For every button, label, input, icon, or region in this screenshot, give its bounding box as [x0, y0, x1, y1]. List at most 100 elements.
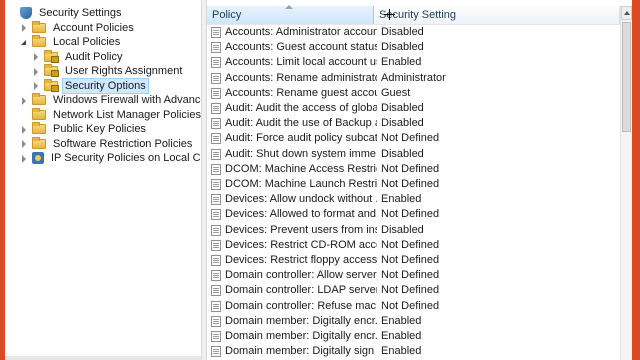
tree-item-label: Security Options	[62, 77, 149, 94]
table-row[interactable]: Audit: Force audit policy subcate... Not …	[207, 131, 531, 146]
folder-lock-icon	[44, 78, 59, 92]
policy-name: Accounts: Limit local account us...	[225, 56, 377, 69]
table-row[interactable]: Accounts: Guest account status Disabled	[207, 40, 531, 55]
folder-icon	[32, 93, 46, 105]
security-setting-value: Not Defined	[381, 299, 440, 312]
list-header: Policy Security Setting	[207, 5, 620, 25]
policy-name: Accounts: Guest account status	[225, 41, 377, 54]
tree-item[interactable]: Account Policies	[21, 20, 137, 35]
scroll-thumb[interactable]	[622, 22, 631, 132]
folder-icon	[32, 136, 46, 149]
list-vertical-scrollbar[interactable]	[620, 6, 632, 360]
collapsed-arrow-icon[interactable]	[33, 53, 40, 61]
table-row[interactable]: Domain controller: Allow server ... Not D…	[207, 268, 531, 283]
table-row[interactable]: Domain member: Digitally encr... Enabled	[207, 314, 531, 329]
tree-item[interactable]: IP Security Policies on Local Compute	[21, 151, 201, 165]
security-setting-value: Disabled	[381, 41, 424, 54]
folder-icon	[32, 122, 46, 134]
security-setting-value: Enabled	[381, 330, 422, 342]
policy-item-icon	[211, 270, 221, 282]
scroll-up-button[interactable]	[621, 6, 632, 20]
table-row[interactable]: DCOM: Machine Access Restrict... Not Defi…	[207, 162, 531, 177]
tree-horizontal-scrollbar[interactable]	[5, 356, 201, 360]
expanded-arrow-icon[interactable]	[21, 39, 28, 46]
security-setting-value: Guest	[381, 86, 411, 99]
table-row[interactable]: Domain member: Digitally sign ... Enabled	[207, 344, 531, 359]
tree-item[interactable]: User Rights Assignment	[33, 64, 185, 78]
collapsed-arrow-icon[interactable]	[21, 125, 28, 134]
desktop-edge-right	[632, 0, 640, 360]
policy-name: Audit: Force audit policy subcate...	[225, 132, 377, 145]
tree-item[interactable]: Security Options	[33, 77, 149, 94]
policy-item-icon	[211, 239, 221, 251]
security-setting-value: Disabled	[381, 147, 424, 160]
table-row[interactable]: Audit: Audit the access of global ... Dis…	[207, 101, 531, 116]
tree-item[interactable]: Windows Firewall with Advanced Secu	[21, 93, 201, 107]
security-setting-value: Not Defined	[381, 208, 440, 221]
column-header-security-setting[interactable]: Security Setting	[374, 6, 620, 24]
policy-name: Audit: Audit the access of global ...	[225, 102, 377, 114]
security-setting-value: Enabled	[381, 193, 422, 206]
security-setting-value: Not Defined	[381, 269, 440, 282]
tree-item[interactable]: Local Policies	[21, 35, 123, 49]
console-tree[interactable]: Security Settings Account Policies Local P…	[5, 0, 201, 360]
tree-item[interactable]: Public Key Policies	[21, 122, 149, 136]
column-header-policy-label: Policy	[212, 9, 242, 21]
policy-name: Devices: Restrict CD-ROM acces...	[225, 238, 377, 251]
resize-cursor-icon	[384, 9, 395, 20]
tree-item[interactable]: Software Restriction Policies	[21, 136, 195, 151]
collapsed-arrow-icon[interactable]	[21, 96, 28, 105]
collapsed-arrow-icon[interactable]	[21, 140, 28, 148]
table-row[interactable]: Devices: Allowed to format and ... Not De…	[207, 207, 531, 222]
policy-item-icon	[211, 72, 221, 84]
policy-item-icon	[211, 300, 221, 312]
shield-icon	[20, 7, 32, 19]
policy-name: DCOM: Machine Access Restrict...	[225, 162, 377, 175]
table-row[interactable]: Devices: Prevent users from inst... Disab…	[207, 223, 531, 238]
table-row[interactable]: Audit: Shut down system imme... Disabled	[207, 147, 531, 162]
policy-name: Domain member: Digitally sign ...	[225, 345, 377, 358]
tree-item-label: Software Restriction Policies	[53, 137, 193, 150]
policy-name: Domain controller: Allow server ...	[225, 269, 377, 282]
security-setting-value: Not Defined	[381, 238, 440, 251]
table-row[interactable]: Domain member: Digitally encr... Enabled	[207, 329, 531, 344]
collapsed-arrow-icon[interactable]	[33, 82, 40, 90]
policy-item-icon	[211, 209, 221, 221]
policy-item-icon	[211, 133, 221, 145]
tree-item-label: Windows Firewall with Advanced Secu	[53, 94, 201, 106]
table-row[interactable]: DCOM: Machine Launch Restric... Not Defin…	[207, 177, 531, 192]
tree-item[interactable]: Audit Policy	[33, 49, 125, 64]
table-row[interactable]: Domain controller: Refuse mac... Not Defi…	[207, 299, 531, 314]
tree-item[interactable]: Network List Manager Policies	[21, 107, 201, 122]
policy-item-icon	[211, 148, 221, 160]
policy-name: Audit: Audit the use of Backup a...	[225, 117, 377, 130]
policy-name: Accounts: Rename guest account	[225, 86, 377, 99]
policy-name: Devices: Prevent users from inst...	[225, 223, 377, 236]
collapsed-arrow-icon[interactable]	[33, 67, 40, 76]
table-row[interactable]: Accounts: Rename guest account Guest	[207, 86, 531, 101]
security-setting-value: Not Defined	[381, 178, 440, 190]
table-row[interactable]: Domain controller: LDAP server ... Not De…	[207, 283, 531, 298]
column-header-policy[interactable]: Policy	[207, 5, 374, 24]
table-row[interactable]: Devices: Allow undock without ... Enabled	[207, 192, 531, 207]
tree-item-label: Public Key Policies	[53, 123, 146, 135]
local-security-policy-window: Security Settings Account Policies Local P…	[5, 0, 632, 360]
policy-name: Domain controller: LDAP server ...	[225, 284, 377, 297]
table-row[interactable]: Devices: Restrict floppy access t... Not …	[207, 253, 531, 268]
policy-item-icon	[211, 42, 221, 54]
policy-item-icon	[211, 103, 221, 114]
policy-name: Accounts: Administrator account...	[225, 26, 377, 38]
security-setting-value: Not Defined	[381, 162, 440, 175]
table-row[interactable]: Audit: Audit the use of Backup a... Disab…	[207, 116, 531, 131]
table-row[interactable]: Accounts: Administrator account... Disabl…	[207, 25, 531, 40]
table-row[interactable]: Accounts: Rename administrator ... Admini…	[207, 71, 531, 86]
policy-item-icon	[211, 57, 221, 69]
policy-item-icon	[211, 87, 221, 99]
security-setting-value: Not Defined	[381, 284, 440, 297]
collapsed-arrow-icon[interactable]	[21, 24, 28, 32]
collapsed-arrow-icon[interactable]	[21, 154, 28, 163]
tree-item[interactable]: Security Settings	[9, 6, 125, 20]
table-row[interactable]: Accounts: Limit local account us... Enabl…	[207, 55, 531, 70]
policy-name: Domain member: Digitally encr...	[225, 330, 377, 342]
table-row[interactable]: Devices: Restrict CD-ROM acces... Not Def…	[207, 238, 531, 253]
